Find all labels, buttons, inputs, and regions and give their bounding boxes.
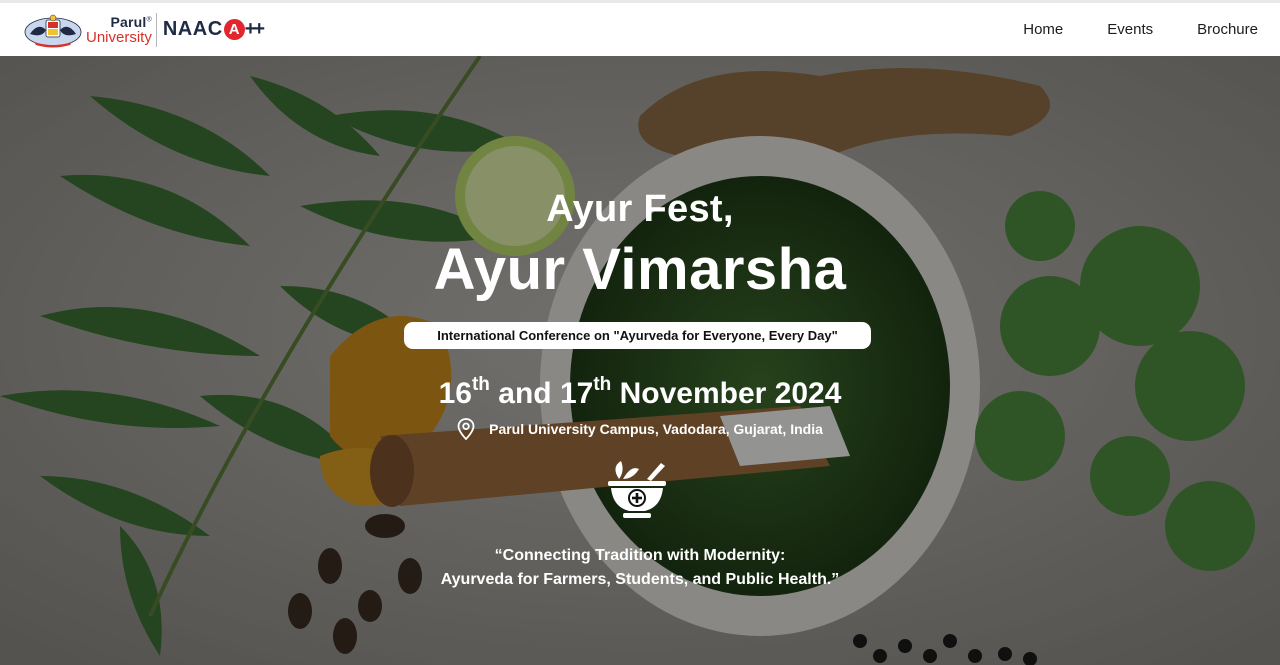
- brand-divider: [155, 12, 157, 47]
- naac-text: NAAC: [162, 18, 223, 40]
- naac-badge: NAAC A ++: [162, 18, 265, 41]
- venue-text: Parul University Campus, Vadodara, Gujar…: [489, 421, 823, 437]
- conference-subtitle: International Conference on "Ayurveda fo…: [437, 328, 838, 343]
- brand-university: University: [86, 28, 152, 46]
- naac-grade-letter: A: [223, 19, 245, 40]
- nav-brochure-link[interactable]: Brochure: [1197, 21, 1258, 38]
- hero-title-line2: Ayur Vimarsha: [433, 237, 847, 302]
- brand-parul: Parul®: [110, 13, 152, 30]
- hero-banner: Ayur Fest, Ayur Vimarsha International C…: [0, 56, 1280, 665]
- event-dates: 16th and 17th November 2024: [438, 374, 842, 410]
- university-name: Parul® University: [86, 15, 152, 45]
- top-navbar: Parul® University NAAC A ++ Home Events …: [0, 0, 1280, 56]
- location-pin-icon: [457, 418, 475, 440]
- event-venue: Parul University Campus, Vadodara, Gujar…: [0, 418, 1280, 440]
- naac-grade-plus: ++: [244, 18, 265, 40]
- brand-logo[interactable]: Parul® University NAAC A ++: [22, 10, 265, 50]
- conference-subtitle-pill: International Conference on "Ayurveda fo…: [404, 322, 871, 349]
- mortar-pestle-icon: [608, 461, 666, 518]
- university-crest-icon: [24, 14, 82, 47]
- nav-events-link[interactable]: Events: [1107, 21, 1153, 38]
- hero-content: Ayur Fest, Ayur Vimarsha International C…: [0, 56, 1280, 665]
- main-nav: Home Events Brochure: [979, 2, 1258, 58]
- hero-tagline: “Connecting Tradition with Modernity: Ay…: [440, 547, 840, 588]
- nav-home-link[interactable]: Home: [1023, 21, 1063, 38]
- hero-title-line1: Ayur Fest,: [546, 188, 734, 230]
